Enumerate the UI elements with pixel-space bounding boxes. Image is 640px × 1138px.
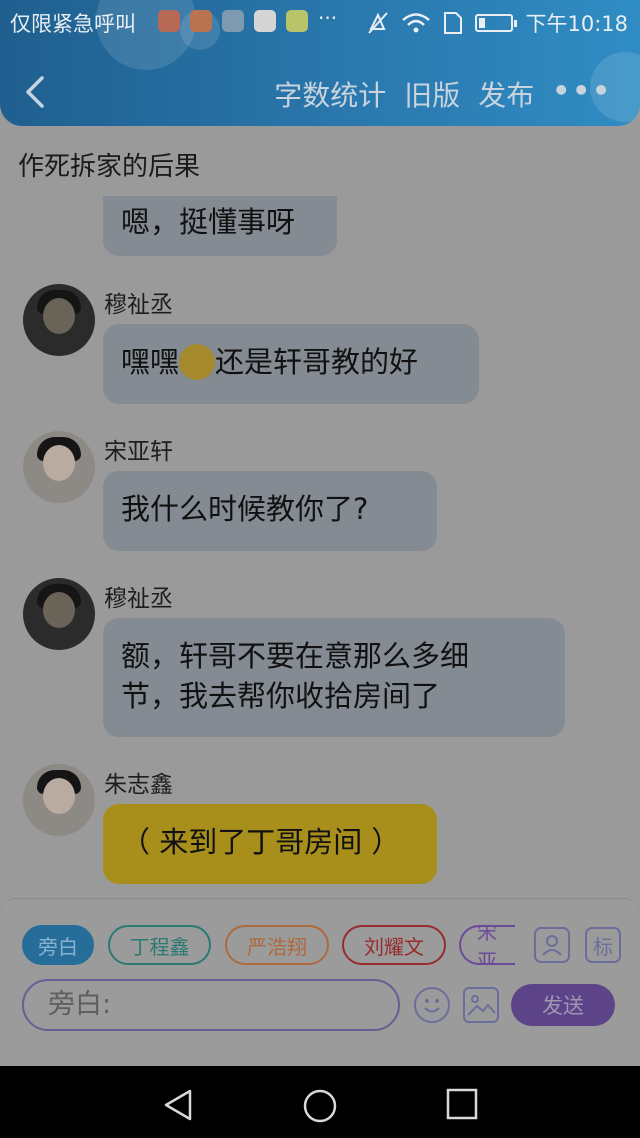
role-chip[interactable]: 宋亚 [459, 925, 515, 965]
nav-actions: 字数统计 旧版 发布 ••• [274, 74, 612, 114]
home-circle-icon[interactable] [302, 1088, 338, 1124]
narration-bubble[interactable]: （ 来到了丁哥房间 ） [103, 804, 437, 884]
more-menu-icon[interactable]: ••• [552, 74, 612, 114]
back-arrow-icon[interactable] [22, 74, 50, 110]
more-notifications-icon: ··· [318, 6, 338, 30]
avatar[interactable] [23, 431, 95, 503]
battery-icon [475, 14, 518, 32]
role-chip[interactable]: 刘耀文 [342, 925, 446, 965]
message-text: 我什么时候教你了? [121, 492, 369, 526]
document-title: 作死拆家的后果 [18, 152, 201, 182]
message-text-line: 额，轩哥不要在意那么多细 [121, 639, 470, 673]
grin-emoji-icon [179, 344, 216, 380]
nav-bar: 字数统计 旧版 发布 ••• [0, 60, 640, 124]
message-text: （ 来到了丁哥房间 ） [121, 825, 401, 859]
speaker-name: 穆祉丞 [104, 292, 173, 318]
message-bubble[interactable]: 我什么时候教你了? [103, 471, 437, 551]
character-icon[interactable] [534, 927, 570, 963]
tag-icon[interactable]: 标 [585, 927, 621, 963]
avatar[interactable] [23, 764, 95, 836]
avatar[interactable] [23, 284, 95, 356]
speaker-name: 朱志鑫 [104, 772, 173, 798]
back-triangle-icon[interactable] [162, 1088, 194, 1122]
send-button[interactable]: 发送 [511, 984, 615, 1026]
chat-app-icon [286, 10, 308, 32]
role-chip[interactable]: 丁程鑫 [108, 925, 211, 965]
avatar[interactable] [23, 578, 95, 650]
recent-apps-icon[interactable] [446, 1088, 478, 1120]
message-bubble[interactable]: 额，轩哥不要在意那么多细 节，我去帮你收拾房间了 [103, 618, 565, 737]
gallery-app-icon [222, 10, 244, 32]
speaker-name: 穆祉丞 [104, 586, 173, 612]
mail-app-icon [158, 10, 180, 32]
clock: 下午10:18 [525, 12, 628, 36]
header: 仅限紧急呼叫 ··· 下午10:18 字数统计 旧版 发布 ••• [0, 0, 640, 126]
image-icon[interactable] [463, 987, 499, 1023]
wifi-icon [402, 13, 431, 33]
system-navigation-bar [0, 1066, 640, 1138]
word-count-button[interactable]: 字数统计 [274, 74, 386, 114]
role-chip[interactable]: 严浩翔 [225, 925, 329, 965]
message-input[interactable]: 旁白: [22, 979, 400, 1031]
message-bubble[interactable]: 嘿嘿 还是轩哥教的好 [103, 324, 479, 404]
status-right: 下午10:18 [367, 8, 628, 38]
message-text: 嘿嘿 [121, 345, 180, 379]
emoji-icon[interactable] [414, 987, 450, 1023]
message-bubble[interactable]: 嗯，挺懂事呀 [103, 196, 337, 256]
publish-button[interactable]: 发布 [478, 74, 534, 114]
status-bar: 仅限紧急呼叫 ··· 下午10:18 [0, 0, 640, 44]
speaker-name: 宋亚轩 [104, 439, 173, 465]
game-app-icon [254, 10, 276, 32]
role-chip-narrator[interactable]: 旁白 [22, 925, 94, 965]
message-text: 还是轩哥教的好 [215, 345, 419, 379]
message-text: 嗯，挺懂事呀 [121, 205, 296, 239]
mute-icon [368, 12, 389, 34]
carrier-text: 仅限紧急呼叫 [10, 12, 136, 36]
notes-app-icon [190, 10, 212, 32]
notification-icons [158, 10, 308, 32]
old-version-button[interactable]: 旧版 [404, 74, 460, 114]
message-text-line: 节，我去帮你收拾房间了 [121, 679, 441, 713]
sim-icon [444, 12, 463, 34]
composer: 旁白 丁程鑫 严浩翔 刘耀文 宋亚 标 旁白: 发送 [0, 898, 640, 1068]
